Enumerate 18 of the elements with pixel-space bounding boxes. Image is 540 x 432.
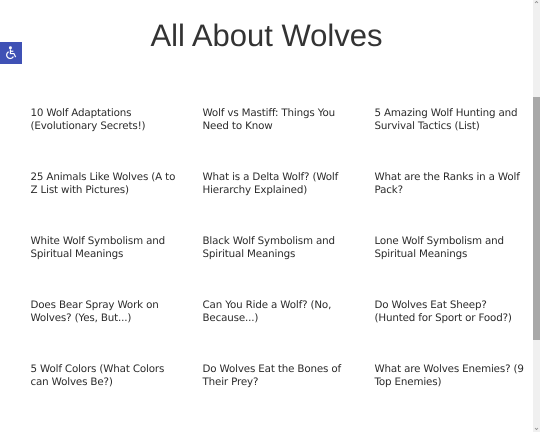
article-link[interactable]: What is a Delta Wolf? (Wolf Hierarchy Explained) [202,171,354,197]
article-link[interactable]: Can You Ride a Wolf? (No, Because...) [202,299,354,325]
wheelchair-icon [4,46,18,60]
article-link[interactable]: Wolf vs Mastiff: Things You Need to Know [202,107,354,133]
article-link[interactable]: 5 Amazing Wolf Hunting and Survival Tactics (List) [374,107,526,133]
article-link[interactable]: 25 Animals Like Wolves (A to Z List with Pictures) [30,171,182,197]
article-link[interactable]: What are Wolves Enemies? (9 Top Enemies) [374,363,526,389]
article-link[interactable]: Do Wolves Eat Sheep? (Hunted for Sport or Food?) [374,299,526,325]
article-link[interactable]: Black Wolf Symbolism and Spiritual Meanings [202,235,354,261]
article-link[interactable]: 5 Wolf Colors (What Colors can Wolves Be?) [30,363,182,389]
article-link[interactable]: Lone Wolf Symbolism and Spiritual Meanings [374,235,526,261]
article-link[interactable]: Do Wolves Eat the Bones of Their Prey? [202,363,354,389]
article-link[interactable]: What are the Ranks in a Wolf Pack? [374,171,526,197]
article-link[interactable]: Does Bear Spray Work on Wolves? (Yes, But...) [30,299,182,325]
article-link[interactable]: White Wolf Symbolism and Spiritual Meanings [30,235,182,261]
accessibility-button[interactable] [0,42,22,64]
article-link[interactable]: 10 Wolf Adaptations (Evolutionary Secrets!) [30,107,182,133]
page-title: All About Wolves [150,17,383,55]
